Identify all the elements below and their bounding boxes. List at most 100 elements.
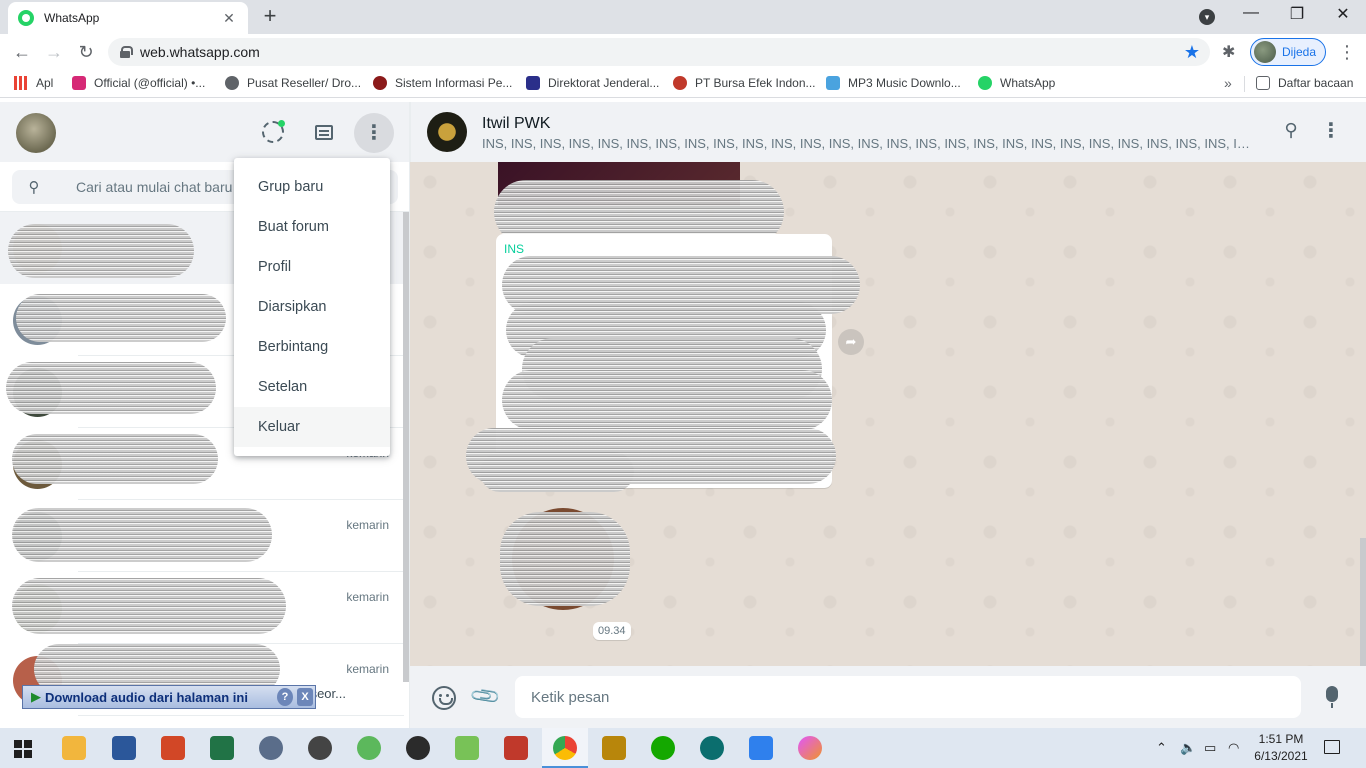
lock-icon[interactable] [120, 46, 133, 58]
window-restore-button[interactable]: ❐ [1274, 4, 1320, 24]
bookmark-label: Official (@official) •... [94, 76, 206, 90]
tab-search-icon[interactable]: ▾ [1199, 9, 1215, 25]
bursa-efek-icon [673, 76, 687, 90]
bookmark-pusat-reseller[interactable]: Pusat Reseller/ Dro... [225, 76, 361, 90]
redaction-scribble [480, 452, 634, 492]
menu-item-settings[interactable]: Setelan [234, 367, 390, 407]
chrome-icon[interactable] [553, 736, 577, 760]
redaction-scribble [502, 370, 832, 430]
status-icon[interactable] [262, 120, 285, 143]
battery-icon[interactable]: ▭ [1204, 740, 1216, 756]
menu-item-starred[interactable]: Berbintang [234, 327, 390, 367]
conversation-menu-icon[interactable]: ⋮ [1321, 118, 1341, 142]
new-chat-icon[interactable] [315, 125, 333, 140]
back-arrow-icon[interactable]: ← [10, 40, 34, 64]
bookmarks-overflow-icon[interactable]: » [1224, 75, 1232, 91]
window-minimize-button[interactable]: — [1228, 4, 1274, 22]
browser-tab-strip: WhatsApp ✕ + ▾ — ❐ ✕ [0, 0, 1366, 34]
extensions-puzzle-icon[interactable]: ✱ [1222, 42, 1235, 62]
forward-message-icon[interactable]: ➦ [838, 329, 864, 355]
whatsapp-favicon-icon [18, 10, 34, 26]
download-audio-label[interactable]: Download audio dari halaman ini [45, 690, 248, 705]
search-icon[interactable]: ⚲ [12, 178, 56, 196]
profile-button[interactable]: Dijeda [1250, 38, 1326, 66]
bookmark-sistem-informasi[interactable]: Sistem Informasi Pe... [373, 76, 512, 90]
chat-item[interactable]: kemarin [0, 572, 404, 644]
obs-icon[interactable] [406, 736, 430, 760]
my-avatar[interactable] [16, 113, 56, 153]
window-close-button[interactable]: ✕ [1320, 4, 1366, 24]
powerpoint-icon[interactable] [161, 736, 185, 760]
app-12-icon[interactable] [602, 736, 626, 760]
url-text[interactable]: web.whatsapp.com [140, 44, 1184, 60]
windows-taskbar: ⌃ 🔈 ▭ ◠ 1:51 PM 6/13/2021 [0, 728, 1366, 768]
conversation-title[interactable]: Itwil PWK [482, 115, 550, 133]
bookmark-official-instagram[interactable]: Official (@official) •... [72, 76, 205, 90]
redaction-scribble [6, 362, 216, 414]
close-icon[interactable]: X [297, 688, 313, 706]
reading-list-label: Daftar bacaan [1278, 76, 1354, 90]
conversation-scrollbar[interactable] [1360, 538, 1366, 666]
bookmark-whatsapp[interactable]: WhatsApp [978, 76, 1055, 90]
menu-item-archived[interactable]: Diarsipkan [234, 287, 390, 327]
tray-overflow-icon[interactable]: ⌃ [1156, 740, 1167, 756]
android-studio-icon[interactable] [455, 736, 479, 760]
group-avatar[interactable] [427, 112, 467, 152]
upwork-icon[interactable] [651, 736, 675, 760]
message-input[interactable] [515, 676, 1301, 718]
redaction-scribble [12, 508, 272, 562]
bookmark-mp3-music[interactable]: MP3 Music Downlo... [826, 76, 961, 90]
menu-item-profile[interactable]: Profil [234, 247, 390, 287]
notification-center-icon[interactable] [1324, 740, 1340, 754]
excel-icon[interactable] [210, 736, 234, 760]
conversation-header[interactable]: Itwil PWK INS, INS, INS, INS, INS, INS, … [410, 102, 1366, 162]
chat-item[interactable]: kemarin [0, 500, 404, 572]
attach-paperclip-icon[interactable]: 📎 [468, 679, 502, 713]
menu-item-new-group[interactable]: Grup baru [234, 167, 390, 207]
new-tab-button[interactable]: + [258, 5, 282, 29]
tab-whatsapp[interactable]: WhatsApp ✕ [8, 2, 248, 34]
card-link-text[interactable]: INS [504, 242, 524, 256]
search-messages-icon[interactable]: ⚲ [1279, 120, 1303, 144]
file-explorer-icon[interactable] [62, 736, 86, 760]
word-icon[interactable] [112, 736, 136, 760]
direktorat-shield-icon [526, 76, 540, 90]
menu-dots-icon[interactable]: ⋮ [354, 113, 394, 153]
microphone-icon[interactable] [1326, 686, 1338, 708]
play-icon: ▶ [31, 689, 41, 704]
reading-list-button[interactable]: Daftar bacaan [1256, 76, 1353, 90]
help-icon[interactable]: ? [277, 688, 293, 706]
bookmark-bursa-efek[interactable]: PT Bursa Efek Indon... [673, 76, 816, 90]
emoji-icon[interactable] [432, 686, 456, 710]
address-bar[interactable]: web.whatsapp.com ★ [108, 38, 1210, 66]
bookmark-apps[interactable]: Apl [14, 76, 53, 90]
bookmark-star-icon[interactable]: ★ [1184, 42, 1200, 63]
menu-item-create-forum[interactable]: Buat forum [234, 207, 390, 247]
app-6-icon[interactable] [308, 736, 332, 760]
bookmark-direktorat-jenderal[interactable]: Direktorat Jenderal... [526, 76, 659, 90]
redaction-scribble [12, 578, 286, 634]
chat-time: kemarin [346, 662, 389, 676]
app-7-icon[interactable] [357, 736, 381, 760]
reload-icon[interactable]: ↻ [74, 40, 98, 64]
bookmark-label: Sistem Informasi Pe... [395, 76, 513, 90]
app-14-icon[interactable] [700, 736, 724, 760]
wifi-icon[interactable]: ◠ [1228, 740, 1239, 756]
app-15-icon[interactable] [749, 736, 773, 760]
volume-icon[interactable]: 🔈 [1180, 740, 1196, 756]
app-10-icon[interactable] [504, 736, 528, 760]
menu-item-logout[interactable]: Keluar [234, 407, 390, 447]
download-audio-bar[interactable]: ▶ Download audio dari halaman ini ? X [22, 685, 316, 709]
app-5-icon[interactable] [259, 736, 283, 760]
windows-start-icon[interactable] [14, 740, 32, 758]
profile-label: Dijeda [1282, 45, 1317, 59]
forward-arrow-icon[interactable]: → [42, 40, 66, 64]
sidebar-scrollbar[interactable] [403, 212, 409, 682]
sistem-informasi-icon [373, 76, 387, 90]
browser-toolbar: ← → ↻ web.whatsapp.com ★ ✱ Dijeda ⋮ [0, 34, 1366, 70]
tab-close-icon[interactable]: ✕ [220, 10, 238, 27]
chrome-menu-icon[interactable]: ⋮ [1338, 42, 1356, 63]
app-16-icon[interactable] [798, 736, 822, 760]
bookmarks-divider [1244, 76, 1245, 92]
system-clock[interactable]: 1:51 PM 6/13/2021 [1250, 731, 1312, 765]
